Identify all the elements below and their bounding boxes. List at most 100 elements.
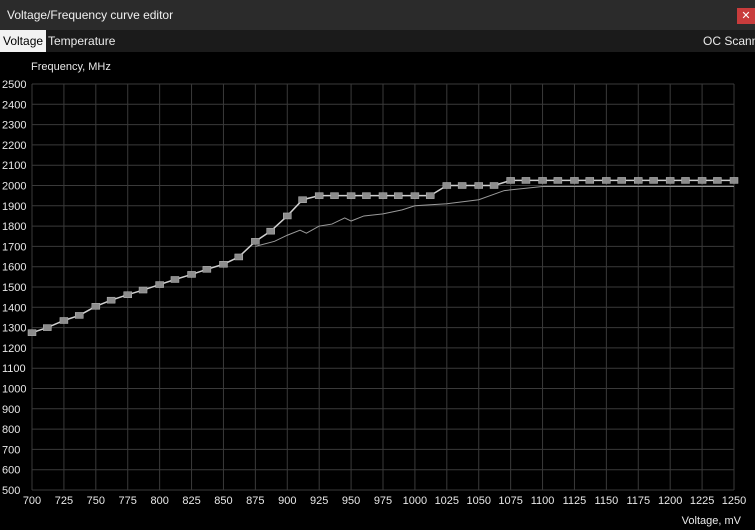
x-axis-label: Voltage, mV [682,515,742,527]
curve-point[interactable] [538,177,547,184]
x-tick-label: 1075 [498,495,522,507]
curve-point[interactable] [410,192,420,199]
y-axis-label: Frequency, MHz [31,61,111,73]
y-tick-label: 700 [2,444,20,456]
curve-point[interactable] [553,177,563,184]
curve-point[interactable] [394,192,403,199]
curve-point[interactable] [346,192,356,199]
y-tick-label: 2500 [2,79,26,91]
curve-point[interactable] [665,177,675,184]
x-tick-label: 775 [119,495,137,507]
curve-point[interactable] [634,177,643,184]
curve-point[interactable] [521,177,531,184]
y-tick-label: 1500 [2,282,26,294]
curve-point[interactable] [59,317,69,324]
curve-point[interactable] [187,271,196,278]
y-tick-label: 1300 [2,323,26,335]
curve-point[interactable] [681,177,690,184]
y-tick-label: 1800 [2,221,26,233]
curve-point[interactable] [330,192,339,199]
x-tick-label: 750 [87,495,105,507]
curve-point[interactable] [697,177,707,184]
x-tick-label: 725 [55,495,73,507]
curve-point[interactable] [649,177,658,184]
curve-point[interactable] [713,177,722,184]
curve-point[interactable] [617,177,626,184]
x-tick-label: 975 [374,495,392,507]
curve-point[interactable] [378,192,388,199]
x-tick-label: 875 [246,495,264,507]
curve-point[interactable] [266,227,275,235]
y-tick-label: 1200 [2,343,26,355]
y-tick-label: 2200 [2,140,26,152]
oc-scanner-button[interactable]: OC Scanner [700,30,755,52]
y-tick-label: 1700 [2,241,26,253]
x-tick-label: 900 [278,495,296,507]
curve-point[interactable] [155,281,164,288]
y-tick-label: 2100 [2,160,26,172]
y-tick-label: 900 [2,404,20,416]
y-tick-label: 2300 [2,120,26,132]
y-tick-label: 800 [2,424,20,436]
close-button[interactable]: ✕ [737,8,755,24]
curve-point[interactable] [170,276,180,283]
curve-point[interactable] [283,212,292,220]
x-tick-label: 700 [23,495,41,507]
x-tick-label: 825 [182,495,200,507]
curve-point[interactable] [506,177,515,184]
curve-point[interactable] [457,182,467,189]
tab-bar: Voltage Temperature OC Scanner [0,30,755,52]
curve-point[interactable] [106,296,116,304]
close-icon: ✕ [741,10,751,22]
x-tick-label: 1175 [626,495,650,507]
curve-point[interactable] [251,238,260,245]
curve-point[interactable] [314,192,324,199]
x-tick-label: 800 [150,495,168,507]
tab-voltage[interactable]: Voltage [0,30,47,52]
curve-point[interactable] [202,266,212,273]
curve-point[interactable] [27,329,37,336]
curve-point[interactable] [123,291,132,298]
y-tick-label: 2000 [2,181,26,193]
curve-point[interactable] [442,182,452,189]
title-bar: Voltage/Frequency curve editor ✕ [0,0,755,30]
x-tick-label: 1050 [466,495,490,507]
curve-point[interactable] [602,177,611,184]
y-tick-label: 1600 [2,262,26,274]
y-tick-label: 1100 [2,363,26,375]
curve-point[interactable] [138,286,148,294]
y-tick-label: 1400 [2,302,26,314]
x-tick-label: 1025 [435,495,459,507]
x-tick-label: 1000 [403,495,427,507]
tab-temperature[interactable]: Temperature [45,30,118,52]
x-tick-label: 925 [310,495,328,507]
x-tick-label: 1150 [595,495,619,507]
x-tick-label: 950 [342,495,360,507]
window-title: Voltage/Frequency curve editor [7,8,174,22]
x-tick-label: 1125 [563,495,587,507]
curve-point[interactable] [570,177,579,184]
curve-point[interactable] [234,253,244,261]
y-tick-label: 600 [2,465,20,477]
chart-svg[interactable]: 500 600 700 800 900 1000 1100 1200 1300 1400 1500 1… [0,52,755,527]
curve-point[interactable] [489,182,499,189]
y-tick-label: 2400 [2,99,26,111]
curve-point[interactable] [43,324,52,331]
x-tick-label: 1250 [722,495,746,507]
y-tick-label: 1000 [2,384,26,396]
curve-point[interactable] [91,303,101,310]
curve-point[interactable] [219,261,228,268]
y-tick-label: 500 [2,485,20,497]
vf-curve-chart[interactable]: 500 600 700 800 900 1000 1100 1200 1300 1400 1500 1… [0,52,755,527]
curve-point[interactable] [425,192,435,199]
x-tick-label: 1100 [531,495,555,507]
y-tick-label: 1900 [2,201,26,213]
curve-point[interactable] [585,177,595,184]
curve-point[interactable] [298,196,307,203]
x-tick-label: 1200 [658,495,682,507]
curve-point[interactable] [74,312,84,319]
curve-point[interactable] [474,182,483,189]
curve-point[interactable] [362,192,371,199]
x-tick-label: 1225 [690,495,714,507]
curve-point[interactable] [729,177,739,184]
